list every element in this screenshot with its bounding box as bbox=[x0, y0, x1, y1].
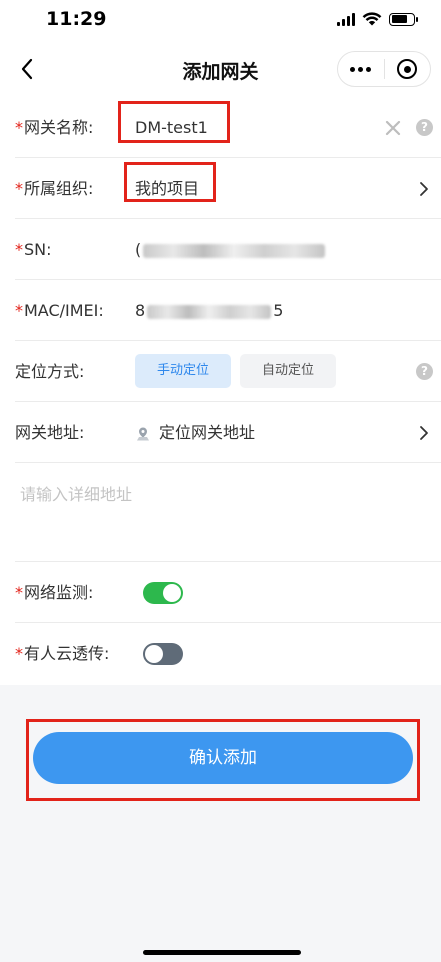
gateway-name-label: *网关名称: bbox=[15, 118, 94, 137]
nav-bar: 添加网关 bbox=[0, 40, 441, 98]
locate-address-label: 定位网关地址 bbox=[159, 423, 256, 442]
chevron-right-icon bbox=[420, 426, 428, 440]
help-icon[interactable]: ? bbox=[416, 119, 433, 136]
network-monitor-label: *网络监测: bbox=[15, 583, 94, 602]
sn-label: *SN: bbox=[15, 240, 52, 259]
mac-imei-label: *MAC/IMEI: bbox=[15, 301, 104, 320]
cloud-passthrough-toggle[interactable] bbox=[143, 643, 183, 665]
status-bar: 11:29 bbox=[0, 0, 441, 40]
battery-icon bbox=[389, 12, 418, 26]
cellular-signal-icon bbox=[337, 12, 355, 26]
mac-imei-value: 85 bbox=[135, 281, 283, 341]
add-gateway-form: *网关名称: DM-test1 ? *所属组织: 我的项目 *SN: ( *MA… bbox=[0, 98, 441, 685]
sn-row: *SN: ( bbox=[15, 220, 441, 280]
gateway-address-label: 网关地址: bbox=[15, 423, 85, 442]
confirm-add-button[interactable]: 确认添加 bbox=[33, 732, 413, 784]
close-miniprogram-button[interactable] bbox=[385, 52, 431, 86]
highlight-box-organization bbox=[124, 162, 216, 202]
home-indicator bbox=[143, 950, 301, 955]
target-circle-icon bbox=[397, 59, 418, 79]
auto-location-option[interactable]: 自动定位 bbox=[240, 354, 336, 388]
location-method-label: 定位方式: bbox=[15, 362, 85, 381]
map-pin-icon bbox=[137, 427, 149, 440]
chevron-right-icon bbox=[420, 182, 428, 196]
address-detail-textarea[interactable]: 请输入详细地址 bbox=[15, 461, 441, 562]
status-icons bbox=[337, 12, 418, 26]
mac-imei-suffix: 5 bbox=[273, 301, 284, 320]
miniprogram-capsule bbox=[337, 51, 431, 87]
status-time: 11:29 bbox=[46, 8, 107, 30]
manual-location-option[interactable]: 手动定位 bbox=[135, 354, 231, 388]
cloud-passthrough-row: *有人云透传: bbox=[15, 624, 441, 684]
gateway-address-row[interactable]: 网关地址: 定位网关地址 bbox=[15, 403, 441, 463]
sn-value: ( bbox=[135, 220, 326, 280]
mac-imei-prefix: 8 bbox=[135, 301, 146, 320]
network-monitor-toggle[interactable] bbox=[143, 582, 183, 604]
address-detail-placeholder: 请输入详细地址 bbox=[20, 485, 133, 504]
wifi-icon bbox=[362, 12, 382, 26]
highlight-box-gateway-name bbox=[118, 101, 230, 143]
toggle-knob bbox=[145, 645, 163, 663]
gateway-name-row: *网关名称: DM-test1 ? bbox=[15, 98, 441, 158]
organization-label: *所属组织: bbox=[15, 179, 94, 198]
more-button[interactable] bbox=[338, 52, 384, 86]
sn-value-prefix: ( bbox=[135, 240, 142, 259]
toggle-knob bbox=[163, 584, 181, 602]
cloud-passthrough-label: *有人云透传: bbox=[15, 644, 110, 663]
sn-redacted bbox=[143, 243, 326, 258]
help-icon[interactable]: ? bbox=[416, 363, 433, 380]
organization-row[interactable]: *所属组织: 我的项目 bbox=[15, 159, 441, 219]
clear-icon[interactable] bbox=[383, 118, 403, 138]
locate-address-button[interactable]: 定位网关地址 bbox=[135, 403, 255, 463]
mac-imei-row: *MAC/IMEI: 85 bbox=[15, 281, 441, 341]
mac-imei-redacted bbox=[147, 304, 272, 319]
network-monitor-row: *网络监测: bbox=[15, 563, 441, 623]
more-dots-icon bbox=[350, 66, 372, 72]
location-method-row: 定位方式: 手动定位 自动定位 ? bbox=[15, 342, 441, 402]
